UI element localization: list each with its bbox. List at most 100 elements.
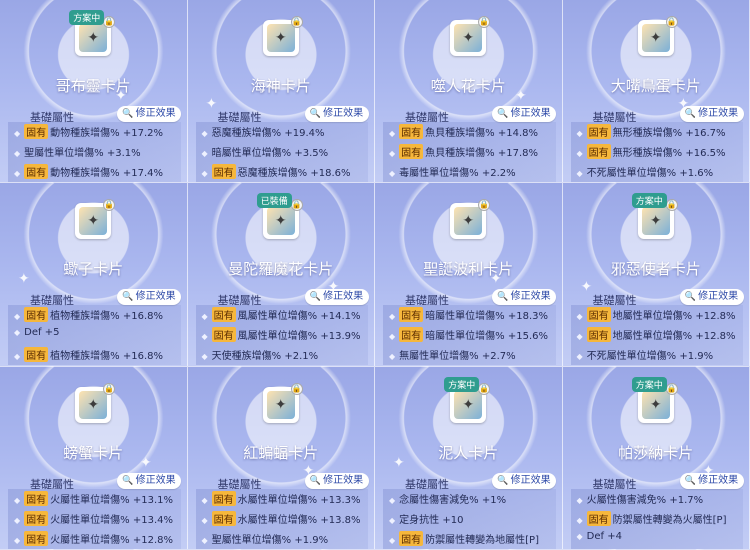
attribute-text: 暗屬性單位增傷% +3.5% <box>211 148 329 159</box>
bullet-icon: ◆ <box>576 149 583 158</box>
attribute-text: 風屬性單位增傷% +13.9% <box>237 331 361 343</box>
card-tile[interactable]: ✦ ✦ 🔒 方案中 帕莎納卡片 基礎屬性 🔍 修正效果 ◆ 火屬性傷害減免% +1.7% ◆ 固有 防禦… <box>562 366 750 550</box>
modify-effect-label: 修正效果 <box>323 108 364 119</box>
modify-effect-button[interactable]: 🔍 修正效果 <box>304 472 369 489</box>
fixed-tag: 固有 <box>211 307 236 323</box>
card-tile[interactable]: ✦ ✦ 🔒 海神卡片 基礎屬性 🔍 修正效果 ◆ 惡魔種族增傷% +19.4% ◆ 暗屬性單位增傷%… <box>187 0 375 184</box>
modify-effect-button[interactable]: 🔍 修正效果 <box>304 106 369 122</box>
bullet-icon: ◆ <box>14 495 21 505</box>
modify-effect-button[interactable]: 🔍 修正效果 <box>117 472 181 489</box>
bullet-icon: ◆ <box>389 149 396 158</box>
bullet-icon: ◆ <box>14 169 21 178</box>
card-title: 曼陀羅魔花卡片 <box>228 260 334 279</box>
egg-card-icon: ✦ <box>641 24 670 52</box>
card-icon[interactable]: ✦ 🔒 方案中 <box>631 193 678 240</box>
modify-effect-button[interactable]: 🔍 修正效果 <box>492 472 556 489</box>
poseidon-card-icon: ✦ <box>266 24 295 52</box>
card-title: 哥布靈卡片 <box>55 77 131 95</box>
magnifier-icon: 🔍 <box>309 475 322 486</box>
bullet-icon: ◆ <box>14 535 21 545</box>
modify-effect-button[interactable]: 🔍 修正效果 <box>117 106 181 122</box>
card-tile[interactable]: ✦ ✦ 🔒 噬人花卡片 基礎屬性 🔍 修正效果 ◆ 固有 魚貝種族增傷% +14.8% ◆ 固有 魚貝種… <box>375 0 563 184</box>
card-icon[interactable]: ✦ 🔒 <box>450 199 491 240</box>
attribute-row: ◆ 固有 無形種族增傷% +16.7% <box>577 124 725 139</box>
card-tile[interactable]: ✦ ✦ 🔒 方案中 哥布靈卡片 基礎屬性 🔍 修正效果 ◆ 固有 動物種族增傷% +17.2% ◆ 聖屬… <box>0 0 188 184</box>
attribute-row: ◆ 惡魔種族增傷% +19.4% <box>202 124 325 139</box>
attribute-row: ◆ 不死屬性單位增傷% +1.9% <box>577 347 714 362</box>
card-emblem-icon: ✦ <box>274 396 287 413</box>
modify-effect-button[interactable]: 🔍 修正效果 <box>679 472 744 489</box>
card-tile[interactable]: ✦ ✦ 🔒 紅蝙蝠卡片 基礎屬性 🔍 修正效果 ◆ 固有 水屬性單位增傷% +13.3% ◆ 固有 水屬… <box>187 366 375 550</box>
modify-effect-button[interactable]: 🔍 修正效果 <box>679 289 744 306</box>
status-badge: 方案中 <box>631 376 667 392</box>
attribute-list: ◆ 固有 火屬性單位增傷% +13.1% ◆ 固有 火屬性單位增傷% +13.4% ◆ 固有火… <box>8 488 181 549</box>
card-icon[interactable]: ✦ 🔒 已裝備 <box>256 193 303 240</box>
attribute-text: 動物種族增傷% +17.4% <box>50 168 163 179</box>
modify-effect-button[interactable]: 🔍 修正效果 <box>304 289 369 306</box>
attribute-row: ◆ 毒屬性單位增傷% +2.2% <box>389 164 516 179</box>
card-icon[interactable]: ✦ 🔒 <box>262 382 303 423</box>
attribute-row: ◆ 固有 無形種族增傷% +16.5% <box>576 144 725 159</box>
card-icon[interactable]: ✦ 🔒 方案中 <box>69 10 116 56</box>
attribute-row: ◆ 固有 火屬性單位增傷% +12.8% <box>14 530 173 546</box>
modify-effect-label: 修正效果 <box>323 474 364 486</box>
magnifier-icon: 🔍 <box>497 292 509 303</box>
fixed-tag: 固有 <box>24 510 49 526</box>
card-icon[interactable]: ✦ 🔒 <box>75 382 116 423</box>
bullet-icon: ◆ <box>576 352 583 362</box>
card-tile[interactable]: ✦ ✦ 🔒 蠍子卡片 基礎屬性 🔍 修正效果 ◆ 固有 植物種族增傷% +16.8% ◆ Def +5… <box>0 183 188 367</box>
attribute-row: ◆ 固有 風屬性單位增傷% +13.9% <box>202 327 361 343</box>
card-tile[interactable]: ✦ ✦ 🔒 方案中 邪惡使者卡片 基礎屬性 🔍 修正效果 ◆ 固有 地屬性單位增傷% +12.8% ◆… <box>562 183 750 367</box>
modify-effect-button[interactable]: 🔍 修正效果 <box>117 289 181 306</box>
flora-card-icon: ✦ <box>454 24 483 52</box>
lock-icon: 🔒 <box>103 16 116 28</box>
card-icon[interactable]: ✦ 🔒 <box>637 16 678 56</box>
card-icon[interactable]: ✦ 🔒 方案中 <box>631 376 678 423</box>
magnifier-icon: 🔍 <box>122 475 134 486</box>
status-badge: 方案中 <box>444 376 480 392</box>
card-emblem-icon: ✦ <box>87 396 100 413</box>
bullet-icon: ◆ <box>389 332 396 342</box>
attribute-row: ◆ 定身抗性 +10 <box>389 511 463 526</box>
modify-effect-label: 修正效果 <box>698 474 739 486</box>
attribute-row: ◆ 固有 植物種族增傷% +16.8% <box>14 347 163 363</box>
card-emblem-icon: ✦ <box>649 396 662 413</box>
bullet-icon: ◆ <box>389 495 396 505</box>
fixed-tag: 固有 <box>24 347 49 363</box>
attribute-text: 天使種族增傷% +2.1% <box>211 351 319 363</box>
card-tile[interactable]: ✦ ✦ 🔒 聖誕波利卡片 基礎屬性 🔍 修正效果 ◆ 固有 暗屬性單位增傷% +18.3% ◆ 固有暗… <box>375 183 563 367</box>
fixed-tag: 固有 <box>586 307 611 323</box>
lock-icon: 🔒 <box>290 16 303 28</box>
card-tile[interactable]: ✦ ✦ 🔒 方案中 泥人卡片 基礎屬性 🔍 修正效果 ◆ 念屬性傷害減免% +1% ◆ 定身抗性 +1… <box>375 366 563 550</box>
card-tile[interactable]: ✦ ✦ 🔒 大嘴鳥蛋卡片 基礎屬性 🔍 修正效果 ◆ 固有 無形種族增傷% +16.7% ◆ 固有 無形… <box>562 0 750 184</box>
evil-messenger-card-icon: ✦ <box>641 207 670 236</box>
modify-effect-label: 修正效果 <box>135 108 176 119</box>
modify-effect-button[interactable]: 🔍 修正效果 <box>492 106 556 122</box>
card-title: 紅蝙蝠卡片 <box>243 443 319 462</box>
modify-effect-label: 修正效果 <box>135 474 176 486</box>
bullet-icon: ◆ <box>201 515 208 525</box>
magnifier-icon: 🔍 <box>309 109 322 119</box>
card-tile[interactable]: ✦ ✦ 🔒 螃蟹卡片 基礎屬性 🔍 修正效果 ◆ 固有 火屬性單位增傷% +13.1% ◆ 固有 火屬性… <box>0 366 188 550</box>
fixed-tag: 固有 <box>24 124 49 139</box>
attribute-text: 聖屬性單位增傷% +3.1% <box>24 148 141 159</box>
modify-effect-button[interactable]: 🔍 修正效果 <box>492 289 556 306</box>
card-icon[interactable]: ✦ 🔒 <box>262 16 303 56</box>
lock-icon: 🔒 <box>665 382 678 395</box>
card-tile[interactable]: ✦ ✦ 🔒 已裝備 曼陀羅魔花卡片 基礎屬性 🔍 修正效果 ◆ 固有 風屬性單位增傷% +14.1%… <box>187 183 375 367</box>
card-icon[interactable]: ✦ 🔒 <box>75 199 116 240</box>
attribute-text: 防禦屬性轉變為地屬性[P] <box>425 534 539 546</box>
attribute-row: ◆ 固有 魚貝種族增傷% +14.8% <box>389 124 538 139</box>
red-bat-card-icon: ✦ <box>266 390 295 419</box>
attribute-text: 暗屬性單位增傷% +15.6% <box>425 331 548 343</box>
lock-icon: 🔒 <box>103 199 116 212</box>
card-icon[interactable]: ✦ 🔒 方案中 <box>444 376 491 423</box>
modify-effect-button[interactable]: 🔍 修正效果 <box>679 106 744 122</box>
attribute-list: ◆ 固有 水屬性單位增傷% +13.3% ◆ 固有 水屬性單位增傷% +13.8% ◆ 聖屬性… <box>195 488 368 549</box>
attribute-text: 不死屬性單位增傷% +1.6% <box>586 168 714 179</box>
card-title: 大嘴鳥蛋卡片 <box>610 77 701 95</box>
modify-effect-label: 修正效果 <box>135 291 176 303</box>
card-icon[interactable]: ✦ 🔒 <box>450 16 491 56</box>
fixed-tag: 固有 <box>24 164 49 179</box>
attribute-text: 聖屬性單位增傷% +1.9% <box>211 534 329 546</box>
